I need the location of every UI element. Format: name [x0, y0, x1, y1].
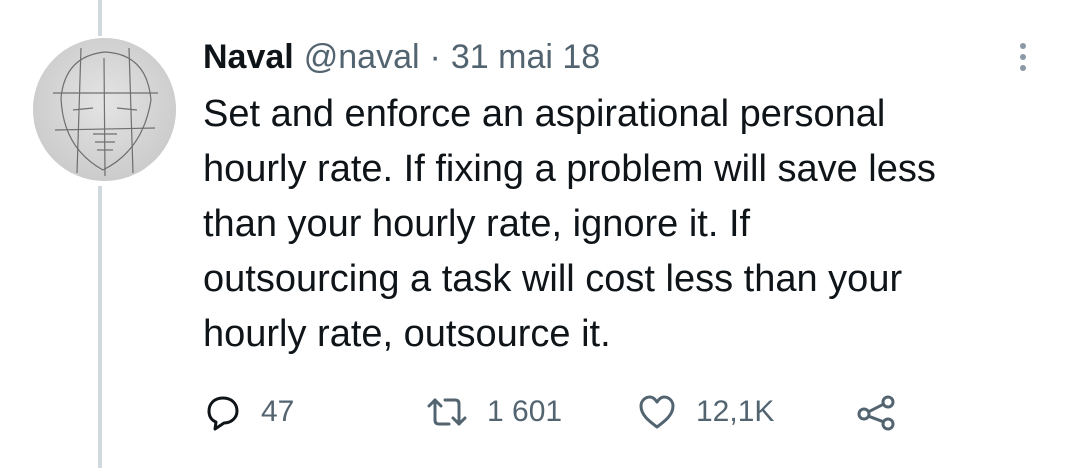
like-button[interactable]: 12,1K [636, 388, 774, 436]
reply-icon [207, 396, 239, 431]
retweet-button[interactable]: 1 601 [425, 388, 562, 436]
avatar-sketch-image [33, 38, 176, 181]
retweet-icon [427, 398, 467, 426]
thread-line-bottom [98, 186, 102, 468]
avatar[interactable] [33, 38, 176, 181]
more-dot [1020, 54, 1026, 60]
author-name[interactable]: Naval [203, 30, 294, 84]
share-button[interactable] [855, 388, 899, 436]
like-count: 12,1K [696, 395, 775, 428]
more-dot [1020, 43, 1026, 49]
tweet-header: Naval @naval · 31 mai 18 [203, 30, 1033, 84]
heart-icon [639, 395, 675, 429]
retweet-count: 1 601 [487, 395, 563, 428]
reply-button[interactable]: 47 [203, 388, 294, 436]
header-separator: · [429, 38, 441, 76]
tweet-date[interactable]: 31 mai 18 [451, 30, 600, 84]
more-options-icon[interactable] [1013, 34, 1033, 80]
more-dot [1020, 65, 1026, 71]
author-handle[interactable]: @naval [304, 30, 420, 84]
tweet-content: Naval @naval · 31 mai 18 Set and enforce… [203, 30, 1033, 362]
thread-line-top [98, 0, 102, 36]
tweet-actions: 47 1 601 12,1K [203, 388, 923, 436]
tweet-text: Set and enforce an aspirational personal… [203, 93, 936, 355]
reply-count: 47 [261, 395, 295, 428]
share-icon [857, 395, 895, 431]
